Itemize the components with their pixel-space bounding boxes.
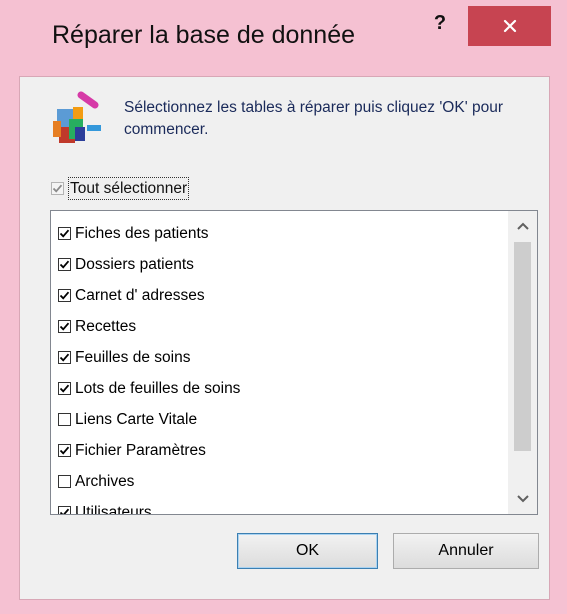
list-item-label: Fiches des patients (75, 224, 209, 242)
checkbox[interactable] (58, 506, 71, 514)
chevron-up-icon (516, 222, 529, 230)
close-icon (503, 19, 516, 33)
database-repair-icon (53, 91, 101, 143)
ok-button[interactable]: OK (237, 533, 378, 569)
list-item[interactable]: Fiches des patients (51, 218, 506, 249)
help-button[interactable]: ? (421, 12, 459, 40)
check-icon (59, 384, 70, 393)
scroll-down-button[interactable] (508, 484, 537, 514)
list-item[interactable]: Fichier Paramètres (51, 435, 506, 466)
list-item-label: Feuilles de soins (75, 348, 191, 366)
list-item-label: Carnet d' adresses (75, 286, 205, 304)
checkbox[interactable] (58, 320, 71, 333)
list-item[interactable]: Archives (51, 466, 506, 497)
list-item[interactable]: Recettes (51, 311, 506, 342)
tables-list: Fiches des patients Dossiers patients Ca… (51, 218, 506, 515)
checkbox[interactable] (58, 227, 71, 240)
check-icon (52, 184, 63, 193)
check-icon (59, 508, 70, 514)
list-item-label: Utilisateurs (75, 503, 152, 515)
chevron-down-icon (516, 495, 529, 503)
list-item-label: Dossiers patients (75, 255, 194, 273)
list-item[interactable]: Utilisateurs (51, 497, 506, 515)
vertical-scrollbar[interactable] (508, 211, 537, 514)
window-title: Réparer la base de donnée (52, 21, 356, 49)
checkbox[interactable] (58, 258, 71, 271)
check-icon (59, 322, 70, 331)
list-item-label: Liens Carte Vitale (75, 410, 198, 428)
check-icon (59, 291, 70, 300)
list-item[interactable]: Liens Carte Vitale (51, 404, 506, 435)
list-item[interactable]: Carnet d' adresses (51, 280, 506, 311)
scroll-up-button[interactable] (508, 211, 537, 241)
checkbox[interactable] (58, 351, 71, 364)
list-item[interactable]: Lots de feuilles de soins (51, 373, 506, 404)
checkbox[interactable] (58, 475, 71, 488)
list-item-label: Fichier Paramètres (75, 441, 206, 459)
checkbox[interactable] (58, 382, 71, 395)
list-item-label: Recettes (75, 317, 137, 335)
repair-database-dialog: Réparer la base de donnée ? Sélectionnez… (0, 0, 567, 614)
list-item[interactable]: Dossiers patients (51, 249, 506, 280)
close-button[interactable] (468, 6, 551, 46)
help-icon: ? (433, 12, 447, 34)
dialog-body: Sélectionnez les tables à réparer puis c… (19, 76, 550, 600)
check-icon (59, 229, 70, 238)
checkbox[interactable] (58, 444, 71, 457)
check-icon (59, 353, 70, 362)
check-icon (59, 446, 70, 455)
list-item-label: Archives (75, 472, 135, 490)
cancel-button[interactable]: Annuler (393, 533, 539, 569)
check-icon (59, 260, 70, 269)
select-all-check-box[interactable] (51, 181, 64, 195)
select-all-label: Tout sélectionner (68, 176, 190, 200)
list-item-label: Lots de feuilles de soins (75, 379, 241, 397)
instructions-text: Sélectionnez les tables à réparer puis c… (124, 99, 503, 138)
scroll-thumb[interactable] (514, 242, 531, 451)
title-bar[interactable]: Réparer la base de donnée ? (0, 0, 567, 74)
checkbox[interactable] (58, 289, 71, 302)
checkbox[interactable] (58, 413, 71, 426)
select-all-checkbox[interactable]: Tout sélectionner (51, 175, 190, 201)
list-item[interactable]: Feuilles de soins (51, 342, 506, 373)
tables-listbox[interactable]: Fiches des patients Dossiers patients Ca… (50, 210, 538, 515)
